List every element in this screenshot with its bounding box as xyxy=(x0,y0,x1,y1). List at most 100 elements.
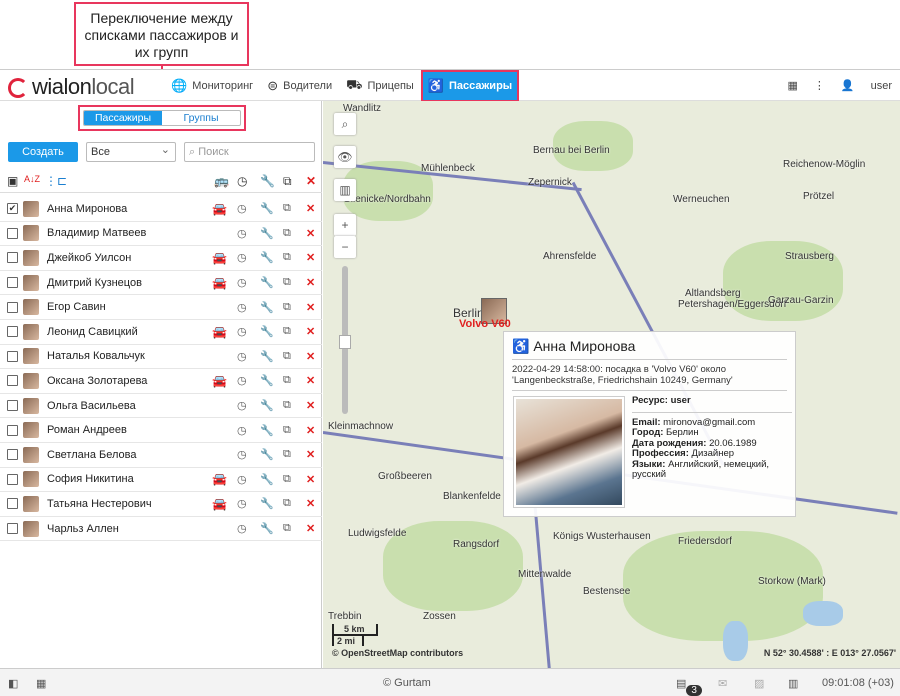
delete-icon[interactable]: ✕ xyxy=(306,227,315,240)
map-search-icon[interactable]: ⌕ xyxy=(334,113,356,135)
apps-grid-icon[interactable]: ▦ xyxy=(787,79,797,92)
more-menu-icon[interactable]: ⋮ xyxy=(814,79,825,92)
table-row[interactable]: Джейкоб Уилсон 🚘 ◷ 🔧 ⧉ ✕ xyxy=(0,246,322,271)
map-layers-icon[interactable]: ▥ xyxy=(334,179,356,201)
row-checkbox[interactable] xyxy=(7,523,18,535)
passenger-name[interactable]: Егор Савин xyxy=(47,301,106,313)
wialon-local-logo[interactable]: wialonlocal xyxy=(8,74,135,100)
history-icon[interactable]: ◷ xyxy=(237,473,247,486)
delete-icon[interactable]: ✕ xyxy=(306,497,315,510)
row-checkbox[interactable] xyxy=(7,449,18,461)
table-row[interactable]: Егор Савин ◷ 🔧 ⧉ ✕ xyxy=(0,295,322,320)
zoom-slider-handle[interactable] xyxy=(339,335,351,349)
tab-groups[interactable]: Группы xyxy=(162,111,240,125)
wrench-icon[interactable]: 🔧 xyxy=(260,325,274,338)
copy-icon[interactable]: ⧉ xyxy=(283,448,291,461)
table-row[interactable]: Роман Андреев ◷ 🔧 ⧉ ✕ xyxy=(0,418,322,443)
passenger-name[interactable]: Светлана Белова xyxy=(47,449,136,461)
history-icon[interactable]: ◷ xyxy=(237,350,247,363)
wrench-icon[interactable]: 🔧 xyxy=(260,251,274,264)
zoom-in-button[interactable]: + xyxy=(334,214,356,236)
nav-trailers[interactable]: ⛟ Прицепы xyxy=(340,70,420,101)
row-checkbox[interactable] xyxy=(7,473,18,485)
row-checkbox[interactable] xyxy=(7,326,18,338)
copy-icon[interactable]: ⧉ xyxy=(283,399,291,412)
user-icon[interactable]: 👤 xyxy=(841,79,855,92)
table-row[interactable]: Леонид Савицкий 🚘 ◷ 🔧 ⧉ ✕ xyxy=(0,320,322,345)
history-icon[interactable]: ◷ xyxy=(237,174,247,188)
table-row[interactable]: Владимир Матвеев ◷ 🔧 ⧉ ✕ xyxy=(0,222,322,247)
car-icon[interactable]: 🚘 xyxy=(212,472,227,486)
copy-icon[interactable]: ⧉ xyxy=(283,202,291,215)
passenger-name[interactable]: Роман Андреев xyxy=(47,424,127,436)
map-attribution[interactable]: © OpenStreetMap contributors xyxy=(332,648,463,658)
delete-icon[interactable]: ✕ xyxy=(306,448,315,461)
car-icon[interactable]: 🚘 xyxy=(212,374,227,388)
wrench-icon[interactable]: 🔧 xyxy=(260,202,274,215)
history-icon[interactable]: ◷ xyxy=(237,448,247,461)
nav-monitoring[interactable]: 🌐 Мониторинг xyxy=(165,70,259,101)
wrench-icon[interactable]: 🔧 xyxy=(260,399,274,412)
delete-icon[interactable]: ✕ xyxy=(306,251,315,264)
passenger-name[interactable]: Чарльз Аллен xyxy=(47,523,119,535)
passenger-name[interactable]: Анна Миронова xyxy=(47,203,127,215)
delete-icon[interactable]: ✕ xyxy=(306,350,315,363)
wrench-icon[interactable]: 🔧 xyxy=(260,374,274,387)
map-visibility-icon[interactable]: 👁 xyxy=(334,146,356,168)
passenger-name[interactable]: Оксана Золотарева xyxy=(47,375,147,387)
history-icon[interactable]: ◷ xyxy=(237,424,247,437)
image-icon[interactable]: ▨ xyxy=(754,677,764,690)
user-name[interactable]: user xyxy=(871,80,892,92)
table-row[interactable]: Наталья Ковальчук ◷ 🔧 ⧉ ✕ xyxy=(0,345,322,370)
row-checkbox[interactable] xyxy=(7,252,18,264)
copy-icon[interactable]: ⧉ xyxy=(283,522,291,535)
messages-icon[interactable]: ✉ xyxy=(718,677,727,690)
delete-icon[interactable]: ✕ xyxy=(306,174,316,188)
zoom-out-button[interactable]: − xyxy=(334,236,356,258)
history-icon[interactable]: ◷ xyxy=(237,301,247,314)
copy-icon[interactable]: ⧉ xyxy=(283,227,291,240)
nav-drivers[interactable]: ⊜ Водители xyxy=(261,70,338,101)
row-checkbox[interactable] xyxy=(7,301,18,313)
delete-icon[interactable]: ✕ xyxy=(306,424,315,437)
wrench-icon[interactable]: 🔧 xyxy=(260,276,274,289)
wrench-icon[interactable]: 🔧 xyxy=(260,497,274,510)
passenger-name[interactable]: Ольга Васильева xyxy=(47,400,136,412)
copy-icon[interactable]: ⧉ xyxy=(283,325,291,338)
history-icon[interactable]: ◷ xyxy=(237,325,247,338)
wrench-icon[interactable]: 🔧 xyxy=(260,424,274,437)
passenger-name[interactable]: Наталья Ковальчук xyxy=(47,350,145,362)
map[interactable]: Wandlitz Bernau bei Berlin Mühlenbeck Zeper… xyxy=(323,101,900,668)
wrench-icon[interactable]: 🔧 xyxy=(260,448,274,461)
panel-toggle-icon[interactable]: ◧ xyxy=(8,677,18,690)
history-icon[interactable]: ◷ xyxy=(237,497,247,510)
history-icon[interactable]: ◷ xyxy=(237,251,247,264)
passenger-name[interactable]: Джейкоб Уилсон xyxy=(47,252,131,264)
row-checkbox[interactable] xyxy=(7,227,18,239)
copy-icon[interactable]: ⧉ xyxy=(283,374,291,387)
car-icon[interactable]: 🚘 xyxy=(212,325,227,339)
delete-icon[interactable]: ✕ xyxy=(306,301,315,314)
passenger-name[interactable]: Дмитрий Кузнецов xyxy=(47,277,142,289)
copy-icon[interactable]: ⧉ xyxy=(283,251,291,264)
wrench-icon[interactable]: 🔧 xyxy=(260,473,274,486)
tab-passengers[interactable]: Пассажиры xyxy=(84,111,162,125)
row-checkbox[interactable] xyxy=(7,424,18,436)
notifications-icon[interactable]: ▤ 3 xyxy=(676,677,702,696)
row-checkbox[interactable] xyxy=(7,277,18,289)
group-tree-icon[interactable]: ⋮⊏ xyxy=(45,174,67,188)
history-icon[interactable]: ◷ xyxy=(237,227,247,240)
car-icon[interactable]: 🚘 xyxy=(212,202,227,216)
row-checkbox[interactable] xyxy=(7,498,18,510)
layout-icon[interactable]: ▥ xyxy=(788,677,798,690)
row-checkbox[interactable] xyxy=(7,350,18,362)
create-button[interactable]: Создать xyxy=(8,142,78,162)
passenger-name[interactable]: София Никитина xyxy=(47,473,134,485)
wrench-icon[interactable]: 🔧 xyxy=(260,174,275,188)
delete-icon[interactable]: ✕ xyxy=(306,399,315,412)
select-all-checkbox[interactable]: ▣ xyxy=(7,174,18,188)
table-row[interactable]: ✔ Анна Миронова 🚘 ◷ 🔧 ⧉ ✕ xyxy=(0,197,322,222)
delete-icon[interactable]: ✕ xyxy=(306,276,315,289)
copy-icon[interactable]: ⧉ xyxy=(283,350,291,363)
passenger-name[interactable]: Владимир Матвеев xyxy=(47,227,146,239)
